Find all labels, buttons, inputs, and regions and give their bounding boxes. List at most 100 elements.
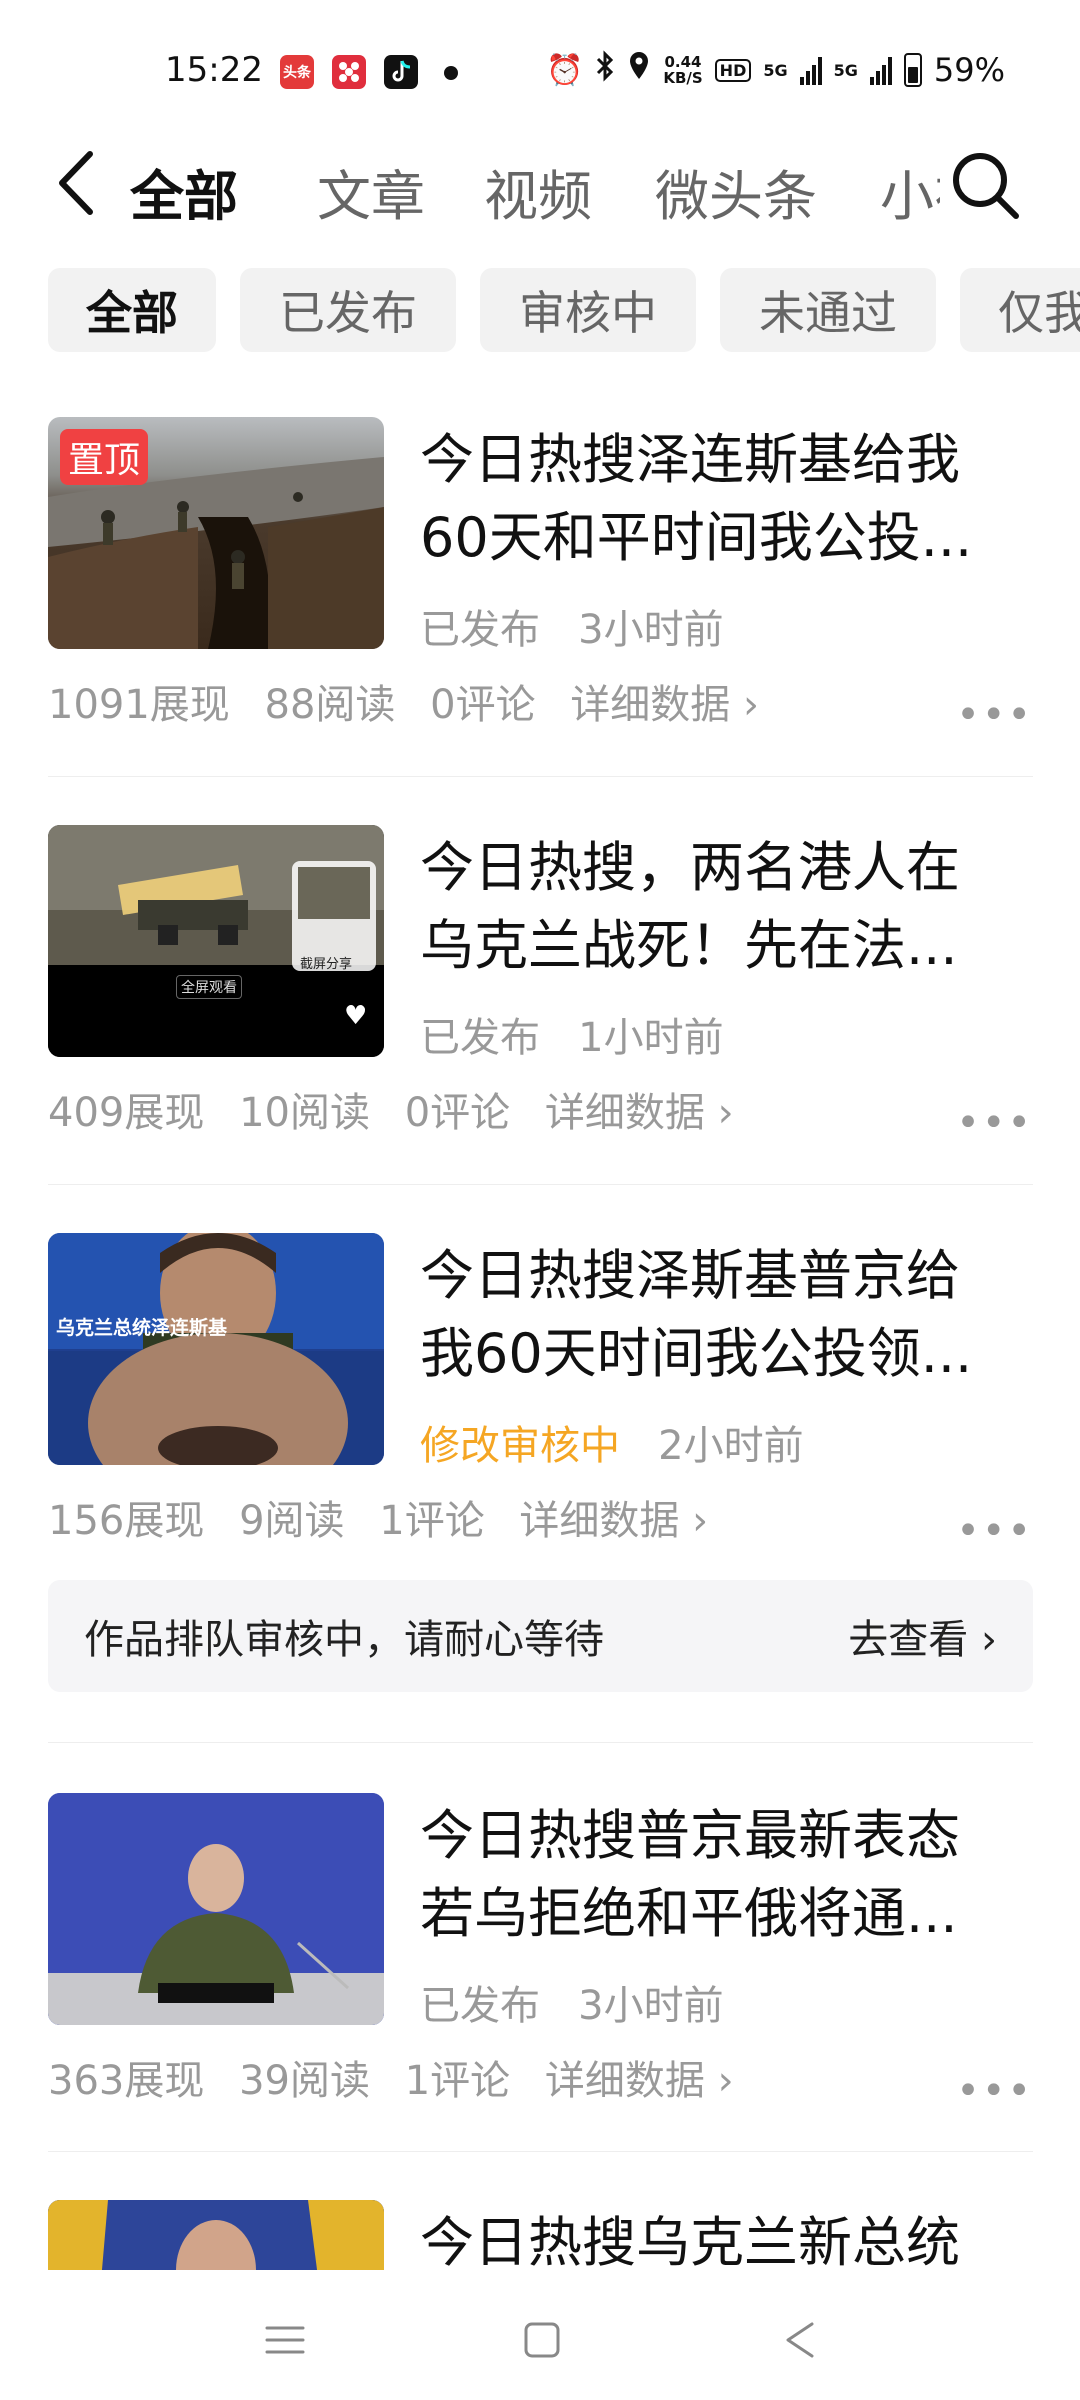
top-nav: 全部 文章 视频 微头条 小视 [0,130,1080,240]
article-thumbnail[interactable] [48,1793,384,2025]
article-thumbnail[interactable]: 置顶 [48,417,384,649]
reads-count: 39阅读 [239,2058,370,2104]
comments-count: 0评论 [430,682,536,728]
article-card[interactable]: 今日热搜普京最新表态 若乌拒绝和平俄将通... 已发布 3小时前 363展现 3… [48,1793,1033,2123]
details-link[interactable]: 详细数据 › [545,2058,734,2104]
details-link[interactable]: 详细数据 › [570,682,759,728]
tab-videos[interactable]: 视频 [484,152,592,231]
reads-count: 9阅读 [239,1498,345,1544]
status-bar: 15:22 头条 ⏰ 0.44 KB/S HD 5G 5G 59% [0,0,1080,140]
xiaohongshu-app-icon [332,55,366,89]
details-link[interactable]: 详细数据 › [519,1498,708,1544]
article-stats: 409展现 10阅读 0评论 详细数据 › [48,1080,756,1138]
article-thumbnail[interactable]: 乌克兰总统泽连斯基 [48,1233,384,1465]
reads-count: 88阅读 [264,682,396,728]
details-link[interactable]: 详细数据 › [545,1090,734,1136]
article-stats: 1091展现 88阅读 0评论 详细数据 › [48,672,781,730]
article-time: 3小时前 [578,1983,724,2029]
divider [48,1742,1033,1743]
view-button[interactable]: 去查看 › [848,1607,997,1665]
article-status: 已发布 [420,1983,540,2029]
more-options-icon[interactable]: ••• [956,1508,1033,1554]
tab-articles[interactable]: 文章 [317,152,425,231]
back-icon[interactable] [770,2310,830,2370]
status-filter-bar: 全部 已发布 审核中 未通过 仅我 [0,268,1080,354]
network-5g-1: 5G [763,60,788,80]
like-heart-icon: ♥ [344,1001,368,1031]
portrait-image [48,1233,384,1465]
status-indicators: ⏰ 0.44 KB/S HD 5G 5G 59% [546,50,1005,90]
bluetooth-icon [595,50,615,90]
system-navigation-bar [0,2270,1080,2400]
notice-text: 作品排队审核中，请耐心等待 [84,1617,604,1663]
article-stats: 363展现 39阅读 1评论 详细数据 › [48,2048,756,2106]
more-options-icon[interactable]: ••• [956,2068,1033,2114]
impressions-count: 1091展现 [48,682,230,728]
alarm-icon: ⏰ [545,52,584,88]
douyin-app-icon [384,55,418,89]
divider [48,776,1033,777]
battery-level: 59% [933,51,1005,89]
divider [48,1184,1033,1185]
impressions-count: 409展现 [48,1090,205,1136]
article-status: 已发布 [420,607,540,653]
pinned-badge: 置顶 [60,429,149,485]
signal-icon [799,55,822,85]
article-card[interactable]: 置顶 今日热搜泽连斯基给我 60天和平时间我公投... 已发布 3小时前 109… [48,417,1033,747]
article-meta: 已发布 3小时前 [420,1973,724,2031]
tab-micro-posts[interactable]: 微头条 [655,152,817,231]
tab-all[interactable]: 全部 [130,152,238,231]
hd-badge: HD [714,58,752,82]
search-icon[interactable] [940,140,1030,230]
article-title[interactable]: 今日热搜，两名港人在 乌克兰战死！先在法... [420,829,1060,985]
divider [48,2151,1033,2152]
article-title[interactable]: 今日热搜乌克兰新总统 [420,2204,1033,2270]
filter-rejected[interactable]: 未通过 [720,268,936,352]
article-title[interactable]: 今日热搜泽连斯基给我 60天和平时间我公投... [420,421,1060,577]
rocket-launcher-image [48,825,384,1057]
filter-under-review[interactable]: 审核中 [480,268,696,352]
comments-count: 0评论 [404,1090,511,1136]
more-options-icon[interactable]: ••• [956,1100,1033,1146]
article-thumbnail[interactable] [48,2200,384,2270]
signal-icon [869,55,892,85]
article-thumbnail[interactable]: 全屏观看 截屏分享 ♥ [48,825,384,1057]
article-title[interactable]: 今日热搜普京最新表态 若乌拒绝和平俄将通... [420,1797,1060,1953]
more-options-icon[interactable]: ••• [956,692,1033,738]
impressions-count: 363展现 [48,2058,205,2104]
home-icon[interactable] [512,2310,572,2370]
review-queue-notice: 作品排队审核中，请耐心等待 去查看 › [48,1580,1033,1692]
article-card[interactable]: 今日热搜乌克兰新总统 [48,2200,1033,2270]
article-meta: 已发布 3小时前 [420,597,724,655]
press-conference-image [48,1793,384,2025]
thumbnail-caption: 乌克兰总统泽连斯基 [56,1317,228,1339]
article-card[interactable]: 全屏观看 截屏分享 ♥ 今日热搜，两名港人在 乌克兰战死！先在法... 已发布 … [48,825,1033,1155]
back-arrow-icon[interactable] [50,148,110,218]
article-time: 2小时前 [658,1423,804,1469]
status-time: 15:22 [165,50,263,90]
toutiao-app-icon: 头条 [280,55,314,89]
filter-private[interactable]: 仅我 [960,268,1080,352]
menu-icon[interactable] [255,2310,315,2370]
fullscreen-label: 全屏观看 [176,975,242,999]
network-5g-2: 5G [833,60,858,80]
article-meta: 修改审核中 2小时前 [420,1413,804,1471]
battery-icon [903,53,922,87]
network-speed: 0.44 KB/S [663,53,703,87]
article-stats: 156展现 9阅读 1评论 详细数据 › [48,1488,730,1546]
comments-count: 1评论 [404,2058,511,2104]
flag-portrait-image [48,2200,384,2270]
reads-count: 10阅读 [239,1090,370,1136]
article-card[interactable]: 乌克兰总统泽连斯基 今日热搜泽斯基普京给 我60天时间我公投领... 修改审核中… [48,1233,1033,1563]
filter-all[interactable]: 全部 [48,268,216,352]
screenshot-share-label: 截屏分享 [300,957,353,972]
comments-count: 1评论 [379,1498,485,1544]
article-time: 1小时前 [578,1015,724,1061]
article-time: 3小时前 [578,607,724,653]
article-title[interactable]: 今日热搜泽斯基普京给 我60天时间我公投领... [420,1237,1060,1393]
article-status: 已发布 [420,1015,540,1061]
notification-dot-icon [444,66,458,80]
article-meta: 已发布 1小时前 [420,1005,724,1063]
filter-published[interactable]: 已发布 [240,268,456,352]
article-status: 修改审核中 [420,1423,620,1469]
